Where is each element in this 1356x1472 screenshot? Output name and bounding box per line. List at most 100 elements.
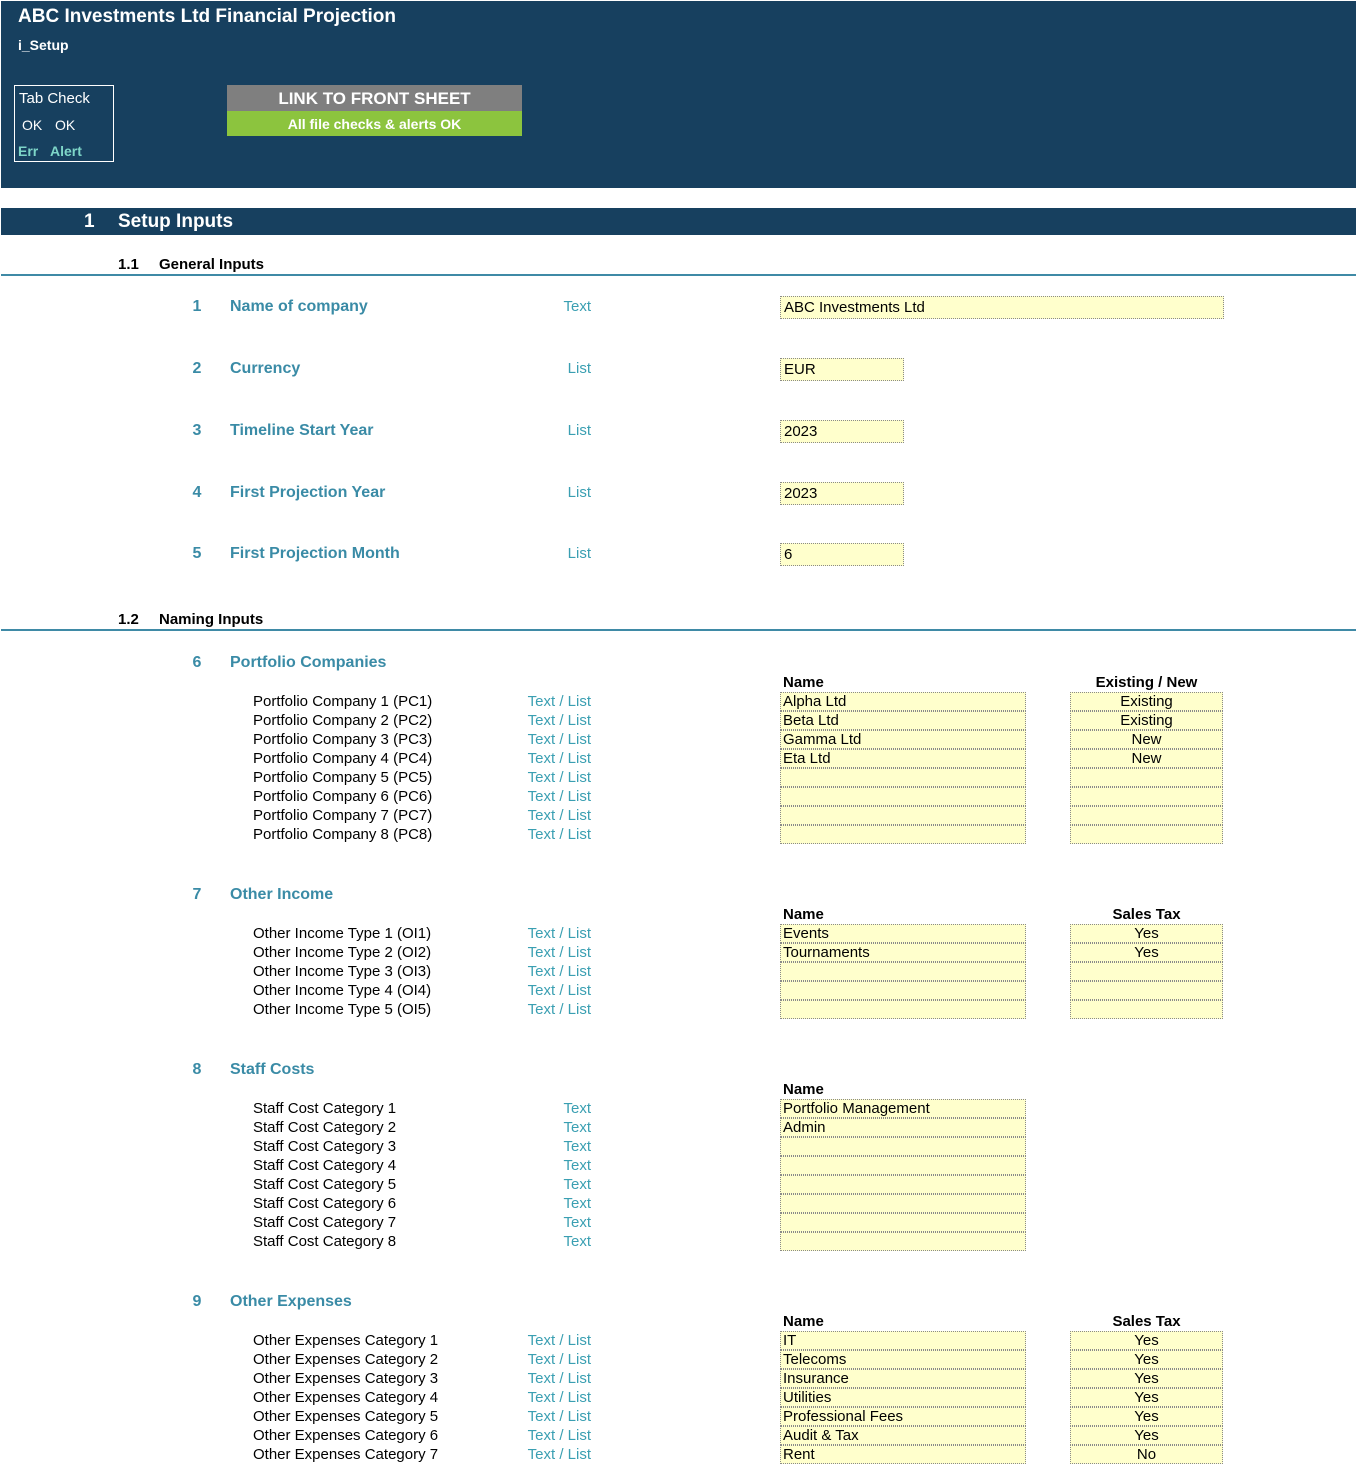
row-label: Portfolio Company 2 (PC2) bbox=[253, 712, 433, 729]
name-input-cell[interactable] bbox=[780, 1137, 1026, 1156]
err-label: Err bbox=[18, 143, 39, 159]
tab-alert-ok: OK bbox=[55, 117, 76, 133]
input-type: Text / List bbox=[527, 1351, 591, 1368]
flag-input-cell[interactable]: Yes bbox=[1070, 1388, 1223, 1407]
flag-input-cell[interactable]: Yes bbox=[1070, 1426, 1223, 1445]
subsection-number: 1.1 bbox=[118, 256, 139, 273]
name-input-cell[interactable]: Tournaments bbox=[780, 943, 1026, 962]
name-input-cell[interactable] bbox=[780, 825, 1026, 844]
input-type: List bbox=[567, 545, 591, 562]
name-input-cell[interactable] bbox=[780, 1194, 1026, 1213]
row-label: Staff Cost Category 6 bbox=[253, 1195, 397, 1212]
flag-input-cell[interactable] bbox=[1070, 1000, 1223, 1019]
flag-input-cell[interactable]: Yes bbox=[1070, 924, 1223, 943]
name-input-cell[interactable] bbox=[780, 768, 1026, 787]
general-input-field[interactable]: 2023 bbox=[780, 420, 904, 443]
flag-input-cell[interactable] bbox=[1070, 768, 1223, 787]
row-label: Other Income Type 1 (OI1) bbox=[253, 925, 432, 942]
name-input-cell[interactable]: Rent bbox=[780, 1445, 1026, 1464]
name-input-cell[interactable]: Insurance bbox=[780, 1369, 1026, 1388]
name-input-cell[interactable]: Telecoms bbox=[780, 1350, 1026, 1369]
flag-input-cell[interactable]: New bbox=[1070, 749, 1223, 768]
item-number: 4 bbox=[192, 484, 202, 501]
input-type: Text / List bbox=[527, 712, 591, 729]
name-input-cell[interactable] bbox=[780, 1000, 1026, 1019]
divider bbox=[1, 629, 1356, 631]
general-input-field[interactable]: EUR bbox=[780, 358, 904, 381]
flag-input-cell[interactable]: Yes bbox=[1070, 943, 1223, 962]
flag-input-cell[interactable] bbox=[1070, 962, 1223, 981]
group-title: Other Expenses bbox=[230, 1293, 352, 1310]
input-type: Text / List bbox=[527, 1389, 591, 1406]
flag-input-cell[interactable] bbox=[1070, 981, 1223, 1000]
name-input-cell[interactable]: Audit & Tax bbox=[780, 1426, 1026, 1445]
name-input-cell[interactable] bbox=[780, 962, 1026, 981]
input-type: Text / List bbox=[527, 731, 591, 748]
column-header-flag: Sales Tax bbox=[1112, 906, 1181, 923]
flag-input-cell[interactable]: New bbox=[1070, 730, 1223, 749]
group-number: 8 bbox=[192, 1061, 202, 1078]
row-label: Portfolio Company 1 (PC1) bbox=[253, 693, 433, 710]
name-input-cell[interactable] bbox=[780, 1232, 1026, 1251]
name-input-cell[interactable] bbox=[780, 1175, 1026, 1194]
flag-input-cell[interactable]: Yes bbox=[1070, 1369, 1223, 1388]
name-input-cell[interactable]: IT bbox=[780, 1331, 1026, 1350]
header-banner: ABC Investments Ltd Financial Projection… bbox=[1, 1, 1356, 188]
input-type: Text bbox=[563, 1233, 591, 1250]
flag-input-cell[interactable]: Existing bbox=[1070, 711, 1223, 730]
flag-input-cell[interactable]: Existing bbox=[1070, 692, 1223, 711]
row-label: Staff Cost Category 3 bbox=[253, 1138, 397, 1155]
flag-input-cell[interactable]: Yes bbox=[1070, 1331, 1223, 1350]
name-input-cell[interactable]: Professional Fees bbox=[780, 1407, 1026, 1426]
row-label: Portfolio Company 7 (PC7) bbox=[253, 807, 433, 824]
name-input-cell[interactable]: Admin bbox=[780, 1118, 1026, 1137]
section-number: 1 bbox=[84, 211, 95, 232]
column-header-name: Name bbox=[783, 674, 824, 691]
input-type: Text / List bbox=[527, 750, 591, 767]
name-input-cell[interactable] bbox=[780, 806, 1026, 825]
row-label: Staff Cost Category 7 bbox=[253, 1214, 397, 1231]
input-type: Text / List bbox=[527, 769, 591, 786]
row-label: Staff Cost Category 8 bbox=[253, 1233, 397, 1250]
item-label: Currency bbox=[230, 360, 301, 377]
name-input-cell[interactable] bbox=[780, 1213, 1026, 1232]
name-input-cell[interactable]: Gamma Ltd bbox=[780, 730, 1026, 749]
row-label: Other Income Type 2 (OI2) bbox=[253, 944, 432, 961]
subsection-title: General Inputs bbox=[159, 256, 265, 273]
name-input-cell[interactable]: Portfolio Management bbox=[780, 1099, 1026, 1118]
general-input-field[interactable]: ABC Investments Ltd bbox=[780, 296, 1224, 319]
name-input-cell[interactable] bbox=[780, 981, 1026, 1000]
name-input-cell[interactable]: Alpha Ltd bbox=[780, 692, 1026, 711]
item-number: 2 bbox=[192, 360, 202, 377]
flag-input-cell[interactable]: Yes bbox=[1070, 1350, 1223, 1369]
flag-input-cell[interactable]: Yes bbox=[1070, 1407, 1223, 1426]
general-input-field[interactable]: 2023 bbox=[780, 482, 904, 505]
tab-check-ok: OK bbox=[22, 117, 43, 133]
input-type: Text / List bbox=[527, 982, 591, 999]
name-input-cell[interactable]: Beta Ltd bbox=[780, 711, 1026, 730]
checks-status-badge: All file checks & alerts OK bbox=[227, 111, 522, 136]
subsection-title: Naming Inputs bbox=[159, 611, 264, 628]
input-type: Text bbox=[563, 1138, 591, 1155]
input-type: List bbox=[567, 422, 591, 439]
row-label: Other Expenses Category 1 bbox=[253, 1332, 439, 1349]
flag-input-cell[interactable] bbox=[1070, 806, 1223, 825]
name-input-cell[interactable]: Events bbox=[780, 924, 1026, 943]
name-input-cell[interactable]: Utilities bbox=[780, 1388, 1026, 1407]
input-type: Text bbox=[563, 298, 591, 315]
name-input-cell[interactable] bbox=[780, 1156, 1026, 1175]
general-input-field[interactable]: 6 bbox=[780, 543, 904, 566]
group-number: 6 bbox=[192, 654, 202, 671]
app-title: ABC Investments Ltd Financial Projection bbox=[18, 6, 396, 27]
item-number: 5 bbox=[192, 545, 202, 562]
flag-input-cell[interactable] bbox=[1070, 787, 1223, 806]
column-header-name: Name bbox=[783, 1313, 824, 1330]
item-label: First Projection Year bbox=[230, 484, 386, 501]
input-type: Text / List bbox=[527, 807, 591, 824]
flag-input-cell[interactable]: No bbox=[1070, 1445, 1223, 1464]
link-to-front-sheet-button[interactable]: LINK TO FRONT SHEET bbox=[227, 85, 522, 111]
name-input-cell[interactable] bbox=[780, 787, 1026, 806]
flag-input-cell[interactable] bbox=[1070, 825, 1223, 844]
input-type: Text bbox=[563, 1176, 591, 1193]
name-input-cell[interactable]: Eta Ltd bbox=[780, 749, 1026, 768]
